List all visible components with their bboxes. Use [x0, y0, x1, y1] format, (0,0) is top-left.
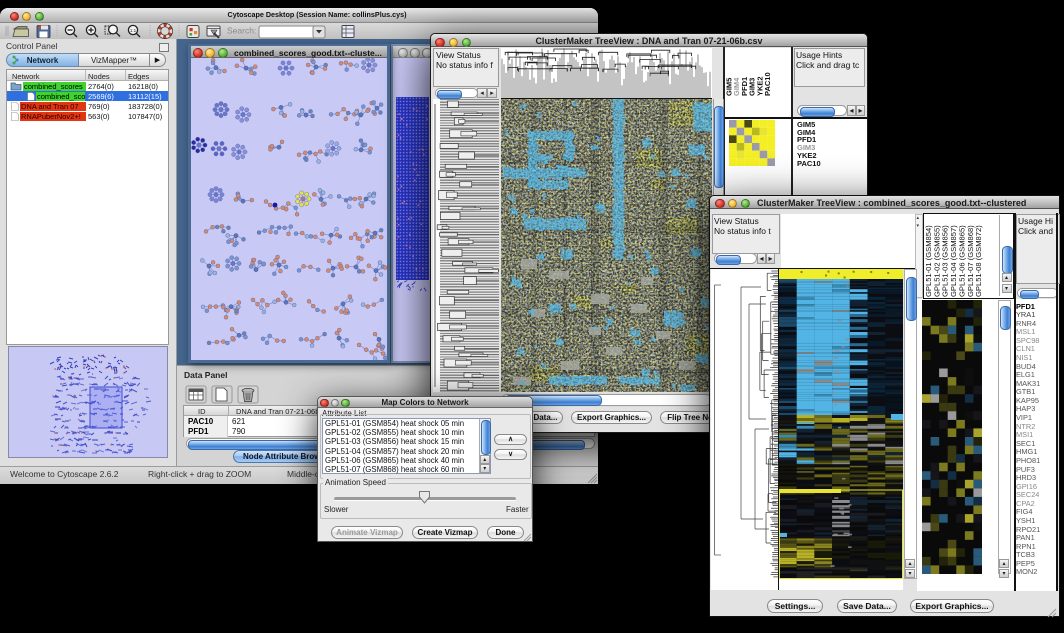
svg-text:1:1: 1:1 — [130, 28, 137, 33]
svg-text:PAC10: PAC10 — [763, 72, 772, 96]
svg-text:Search:: Search: — [227, 26, 256, 36]
svg-text:GPL51-08 (GSM872): GPL51-08 (GSM872) — [974, 225, 983, 297]
